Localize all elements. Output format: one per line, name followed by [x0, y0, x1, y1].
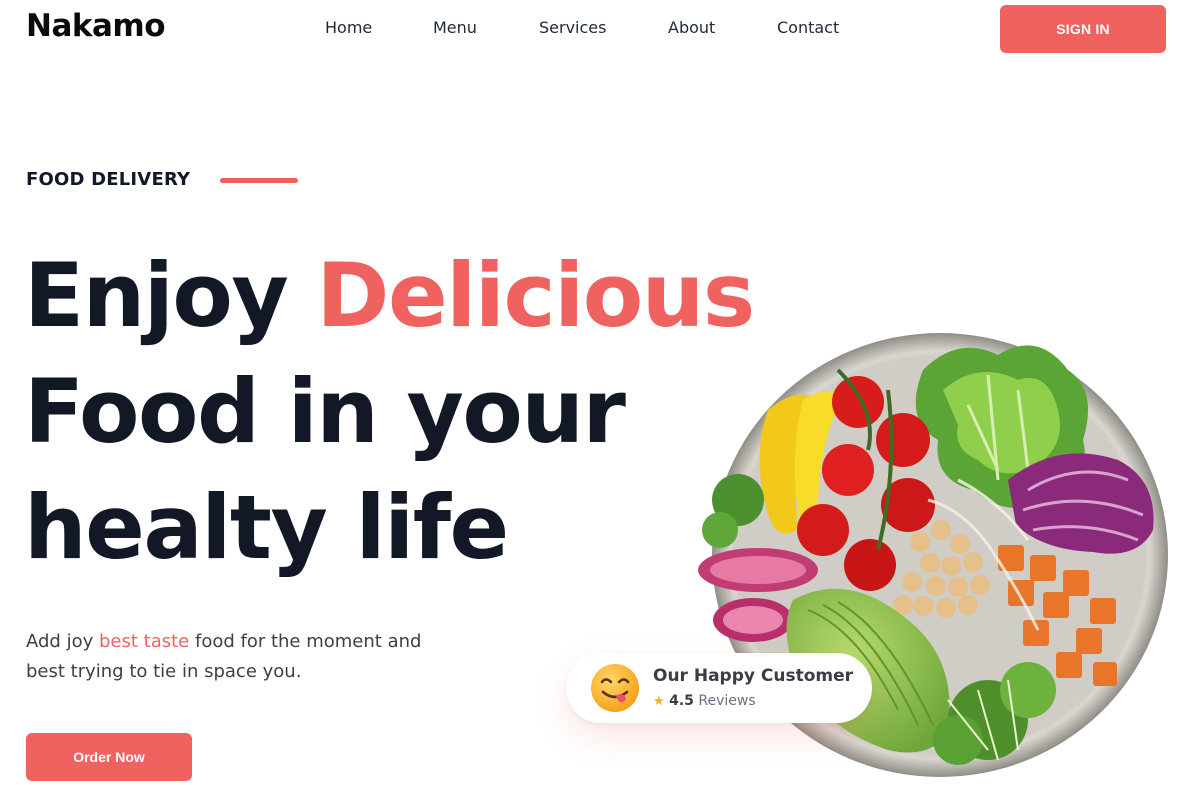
nav-home[interactable]: Home	[325, 18, 372, 37]
hero-eyebrow: FOOD DELIVERY	[26, 169, 191, 190]
hero-headline: Enjoy Delicious Food in your healty life	[24, 238, 755, 586]
landing-page: Nakamo Home Menu Services About Contact …	[0, 0, 1200, 785]
lead-prefix: Add joy	[26, 631, 94, 652]
rating-suffix: Reviews	[698, 693, 756, 709]
headline-line-2: Food in your	[24, 360, 626, 463]
review-title: Our Happy Customer	[653, 666, 854, 686]
smiling-face-emoji-icon	[591, 664, 639, 712]
rating-value: 4.5	[669, 693, 694, 709]
lead-accent: best taste	[98, 631, 190, 652]
sign-in-button[interactable]: SIGN IN	[1000, 5, 1166, 53]
nav-menu[interactable]: Menu	[433, 18, 477, 37]
hero-description: Add joy best taste food for the moment a…	[26, 627, 466, 687]
star-icon: ★	[653, 694, 665, 709]
headline-word-enjoy: Enjoy	[24, 244, 289, 347]
order-now-button[interactable]: Order Now	[26, 733, 192, 781]
brand-logo[interactable]: Nakamo	[26, 8, 166, 44]
headline-accent-word: Delicious	[316, 244, 755, 347]
headline-line-3: healty life	[24, 476, 509, 579]
customer-review-card: Our Happy Customer ★ 4.5 Reviews	[566, 653, 872, 723]
nav-about[interactable]: About	[668, 18, 715, 37]
nav-services[interactable]: Services	[539, 18, 606, 37]
nav-contact[interactable]: Contact	[777, 18, 839, 37]
review-rating: ★ 4.5 Reviews	[653, 693, 756, 709]
eyebrow-accent-line	[220, 178, 298, 183]
